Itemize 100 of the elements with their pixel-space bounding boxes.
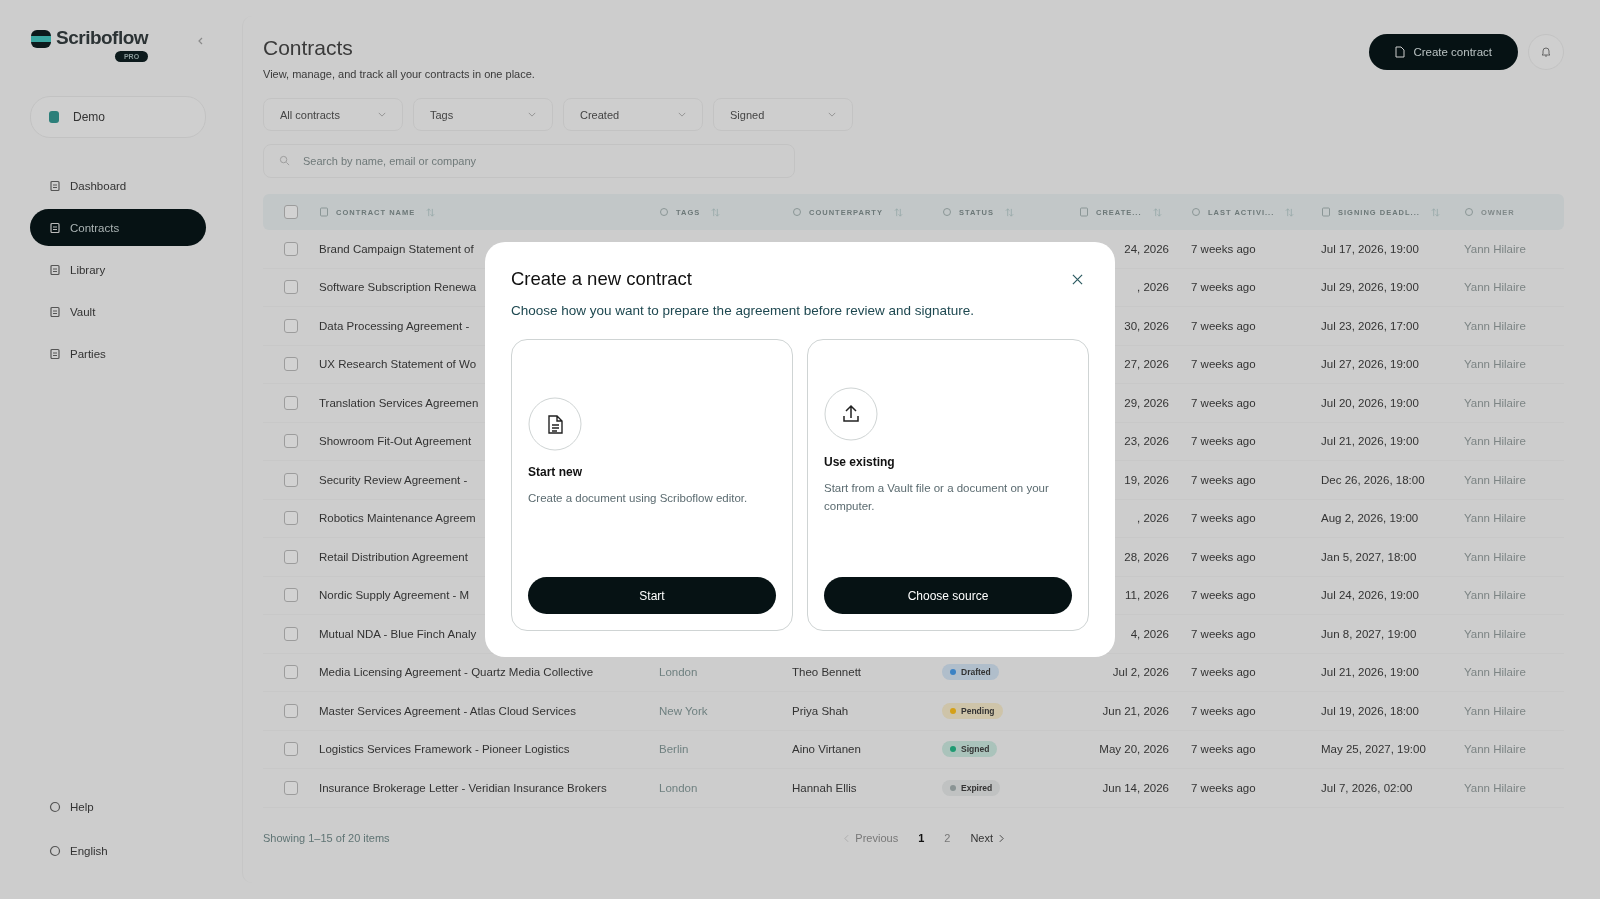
nav-item[interactable]: Library [30, 251, 206, 288]
signing-deadline: Jul 21, 2026, 19:00 [1321, 666, 1419, 679]
workspace-selector[interactable]: Demo [30, 96, 206, 138]
column-circle-icon [1191, 207, 1201, 217]
created-date: Jun 21, 2026 [1102, 704, 1169, 717]
created-date: 28, 2026 [1124, 550, 1169, 563]
filter-dropdown[interactable]: All contracts [263, 98, 403, 131]
contract-name[interactable]: Security Review Agreement - [319, 473, 468, 486]
sort-icon[interactable] [1152, 207, 1162, 217]
sort-icon[interactable] [1430, 207, 1440, 217]
row-checkbox[interactable] [284, 588, 298, 603]
search-field[interactable]: Search by name, email or company [263, 144, 795, 178]
contract-name[interactable]: Insurance Brokerage Letter - Veridian Insurance Brokers [319, 781, 607, 794]
sort-icon[interactable] [426, 207, 436, 217]
close-icon[interactable] [1072, 273, 1083, 285]
owner-name: Yann Hilaire [1464, 358, 1526, 371]
sort-icon[interactable] [1285, 207, 1295, 217]
owner-name: Yann Hilaire [1464, 396, 1526, 409]
signing-deadline: Jul 7, 2026, 02:00 [1321, 781, 1413, 794]
contract-name[interactable]: Retail Distribution Agreement [319, 550, 468, 563]
row-checkbox[interactable] [284, 318, 298, 333]
signing-deadline: Jul 21, 2026, 19:00 [1321, 435, 1419, 448]
contract-name[interactable]: Media Licensing Agreement - Quartz Media Collective [319, 666, 594, 679]
status-badge: Expired [942, 779, 1001, 796]
created-date: Jun 14, 2026 [1102, 781, 1169, 794]
row-checkbox[interactable] [284, 549, 298, 564]
sort-icon[interactable] [893, 207, 903, 217]
created-date: 19, 2026 [1124, 473, 1169, 486]
contract-name[interactable]: Logistics Services Framework - Pioneer Logistics [319, 743, 570, 756]
contract-name[interactable]: Mutual NDA - Blue Finch Analy [319, 627, 477, 640]
nav-item[interactable]: Vault [30, 293, 206, 330]
row-checkbox[interactable] [284, 665, 298, 680]
option-card[interactable]: Start new Create a document using Scriboflow editor. Start [511, 339, 793, 631]
counterparty-name: Theo Bennett [792, 666, 862, 679]
sort-icon[interactable] [711, 207, 721, 217]
row-checkbox[interactable] [284, 511, 298, 526]
sidebar-link[interactable]: Help [30, 788, 242, 825]
row-checkbox[interactable] [284, 742, 298, 757]
row-checkbox[interactable] [284, 241, 298, 256]
created-date: 4, 2026 [1130, 627, 1169, 640]
page-link[interactable]: 1 [918, 832, 925, 844]
signing-deadline: Jul 24, 2026, 19:00 [1321, 589, 1419, 602]
tag-label: London [659, 781, 698, 794]
option-button[interactable]: Start [528, 577, 776, 614]
signing-deadline: Jul 23, 2026, 17:00 [1321, 319, 1419, 332]
row-checkbox[interactable] [284, 395, 298, 410]
owner-name: Yann Hilaire [1464, 435, 1526, 448]
row-checkbox[interactable] [284, 703, 298, 718]
owner-name: Yann Hilaire [1464, 589, 1526, 602]
next-link[interactable]: Next [970, 832, 1004, 844]
sort-icon[interactable] [1004, 207, 1014, 217]
nav-item[interactable]: Dashboard [30, 167, 206, 204]
create-contract-button[interactable]: Create contract [1369, 34, 1518, 70]
signing-deadline: May 25, 2027, 19:00 [1321, 743, 1426, 756]
counterparty-name: Hannah Ellis [792, 781, 857, 794]
last-activity: 7 weeks ago [1191, 473, 1256, 486]
bell-icon [1540, 46, 1552, 58]
option-description: Start from a Vault file or a document on your computer. [824, 481, 1050, 514]
contract-name[interactable]: Data Processing Agreement - [319, 319, 470, 332]
row-checkbox[interactable] [284, 357, 298, 372]
row-checkbox[interactable] [284, 626, 298, 641]
row-checkbox[interactable] [284, 780, 298, 795]
contract-name[interactable]: Software Subscription Renewa [319, 281, 477, 294]
items-count: Showing 1–15 of 20 items [263, 832, 390, 844]
owner-name: Yann Hilaire [1464, 319, 1526, 332]
column-square-icon [1079, 207, 1089, 217]
owner-name: Yann Hilaire [1464, 281, 1526, 294]
created-date: 11, 2026 [1125, 589, 1169, 602]
contract-name[interactable]: Robotics Maintenance Agreem [319, 512, 476, 525]
nav-item[interactable]: Contracts [30, 209, 206, 246]
document-icon [49, 305, 61, 318]
contract-name[interactable]: Brand Campaign Statement of [319, 242, 474, 255]
contract-name[interactable]: Showroom Fit-Out Agreement [319, 435, 472, 448]
row-checkbox[interactable] [284, 472, 298, 487]
option-button[interactable]: Choose source [824, 577, 1072, 614]
signing-deadline: Jul 19, 2026, 18:00 [1321, 704, 1419, 717]
owner-name: Yann Hilaire [1464, 743, 1526, 756]
tag-label: Berlin [659, 743, 689, 756]
filter-dropdown[interactable]: Signed [713, 98, 853, 131]
circle-icon [49, 800, 61, 813]
created-date: 29, 2026 [1124, 396, 1169, 409]
contract-name[interactable]: UX Research Statement of Wo [319, 358, 477, 371]
contract-name[interactable]: Nordic Supply Agreement - M [319, 589, 470, 602]
upload-icon [824, 387, 878, 441]
contract-name[interactable]: Master Services Agreement - Atlas Cloud Services [319, 704, 576, 717]
filter-dropdown[interactable]: Tags [413, 98, 553, 131]
modal-title: Create a new contract [511, 268, 692, 290]
row-checkbox[interactable] [284, 280, 298, 295]
workspace-icon [49, 111, 59, 123]
signing-deadline: Jun 8, 2027, 19:00 [1321, 627, 1417, 640]
filter-dropdown[interactable]: Created [563, 98, 703, 131]
notifications-button[interactable] [1528, 34, 1564, 70]
sidebar-link[interactable]: English [30, 832, 242, 869]
contract-name[interactable]: Translation Services Agreemen [319, 396, 479, 409]
select-all-checkbox[interactable] [284, 205, 298, 219]
row-checkbox[interactable] [284, 434, 298, 449]
owner-name: Yann Hilaire [1464, 512, 1526, 525]
option-card[interactable]: Use existing Start from a Vault file or a document on your computer. Choose source [807, 339, 1089, 631]
document-icon [49, 221, 61, 234]
nav-item[interactable]: Parties [30, 335, 206, 372]
